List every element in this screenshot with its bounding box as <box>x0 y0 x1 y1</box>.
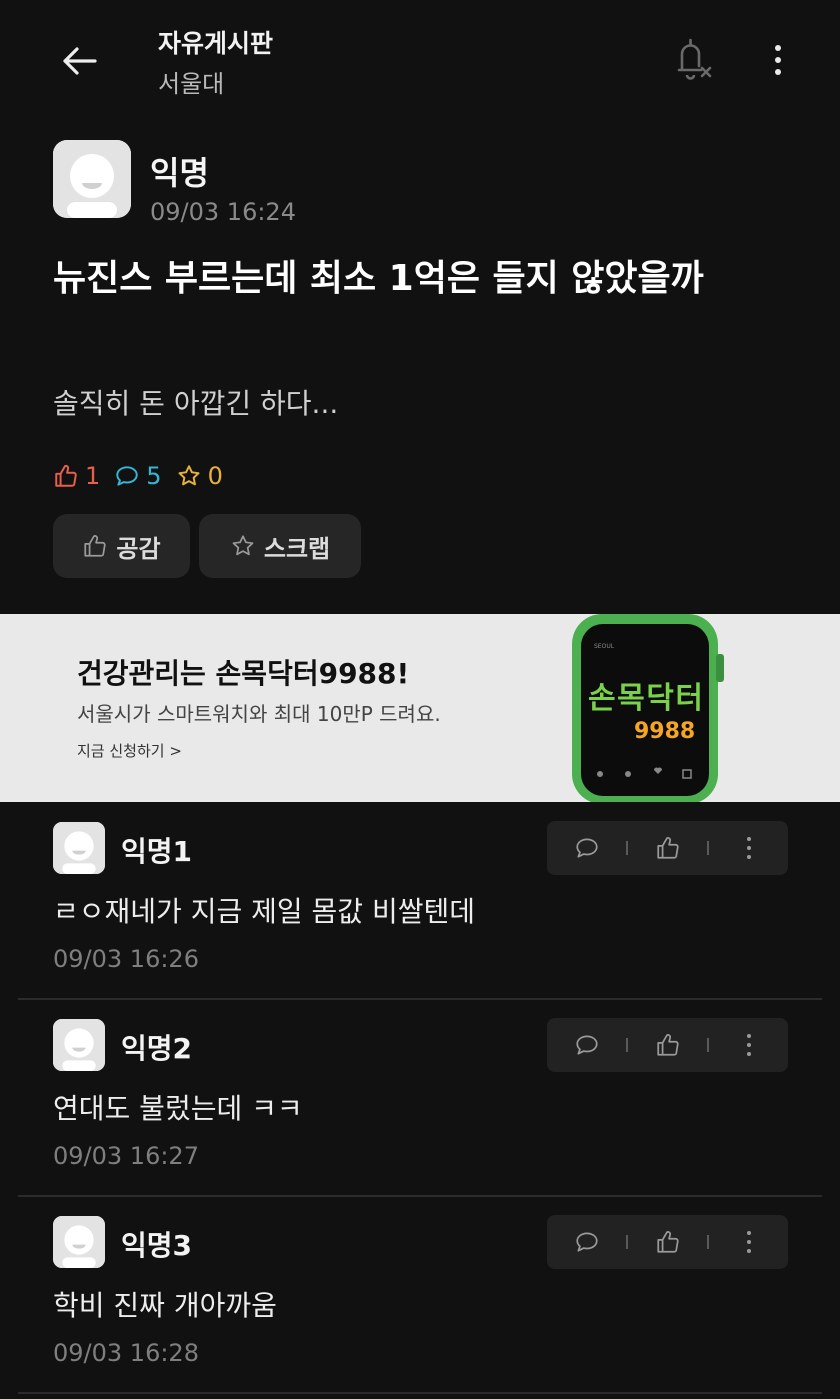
comment-icon <box>575 1232 598 1252</box>
thumbs-up-icon <box>656 1231 679 1253</box>
thumbs-up-icon <box>55 465 77 487</box>
post-body: 솔직히 돈 아깝긴 하다... <box>53 387 339 420</box>
comment-actions <box>547 1018 788 1072</box>
comment-icon <box>116 466 139 486</box>
reply-button[interactable] <box>547 821 626 875</box>
comment-time: 09/03 16:27 <box>53 1142 199 1170</box>
ad-description: 서울시가 스마트워치와 최대 10만P 드려요. <box>77 702 441 726</box>
comment-author: 익명2 <box>121 1032 193 1065</box>
school-name: 서울대 <box>158 70 225 98</box>
comment-actions <box>547 821 788 875</box>
back-button[interactable] <box>52 38 106 84</box>
scrap-button-label: 스크랩 <box>263 534 331 563</box>
comment-author: 익명1 <box>121 835 193 868</box>
reply-button[interactable] <box>547 1215 626 1269</box>
comment-item: 익명1 ㄹㅇ재네가 지금 제일 몸값 비쌀텐데 09/03 16:26 <box>0 803 840 1000</box>
author-avatar <box>53 140 131 218</box>
more-vertical-icon <box>746 837 751 859</box>
post-time: 09/03 16:24 <box>150 198 296 226</box>
more-options-button[interactable] <box>758 36 798 84</box>
comment-more-button[interactable] <box>709 1215 788 1269</box>
more-vertical-icon <box>746 1034 751 1056</box>
comment-count-value: 5 <box>146 462 162 490</box>
comment-icon <box>575 1035 598 1055</box>
post-stats: 1 5 0 <box>53 462 237 490</box>
like-button-label: 공감 <box>116 534 161 563</box>
default-avatar-icon <box>53 140 131 218</box>
comment-time: 09/03 16:28 <box>53 1339 199 1367</box>
default-avatar-icon <box>53 1216 105 1268</box>
comment-body: ㄹㅇ재네가 지금 제일 몸값 비쌀텐데 <box>53 895 476 928</box>
comment-actions <box>547 1215 788 1269</box>
board-title: 자유게시판 <box>158 29 274 58</box>
star-icon <box>178 465 200 486</box>
star-icon <box>232 535 254 556</box>
like-count-value: 1 <box>85 462 101 490</box>
comment-like-button[interactable] <box>628 1215 707 1269</box>
comment-author: 익명3 <box>121 1229 193 1262</box>
comment-body: 연대도 불렀는데 ㅋㅋ <box>53 1092 303 1125</box>
thumbs-up-icon <box>656 1034 679 1056</box>
svg-text:SEOUL: SEOUL <box>594 643 615 650</box>
ad-title: 건강관리는 손목닥터9988! <box>77 657 410 690</box>
ad-banner[interactable]: 건강관리는 손목닥터9988! 서울시가 스마트워치와 최대 10만P 드려요.… <box>0 614 840 802</box>
comment-item: 익명3 학비 진짜 개아까움 09/03 16:28 <box>0 1197 840 1394</box>
more-vertical-icon <box>775 45 781 75</box>
more-vertical-icon <box>746 1231 751 1253</box>
comment-avatar <box>53 822 105 874</box>
thumbs-up-icon <box>656 837 679 859</box>
scrap-count-value: 0 <box>207 462 223 490</box>
comment-item: 익명2 연대도 불렀는데 ㅋㅋ 09/03 16:27 <box>0 1000 840 1197</box>
comment-more-button[interactable] <box>709 1018 788 1072</box>
default-avatar-icon <box>53 822 105 874</box>
thumbs-up-icon <box>84 535 107 557</box>
comment-count: 5 <box>114 462 162 490</box>
comment-more-button[interactable] <box>709 821 788 875</box>
like-count: 1 <box>53 462 100 490</box>
comment-time: 09/03 16:26 <box>53 945 199 973</box>
comment-avatar <box>53 1216 105 1268</box>
comment-like-button[interactable] <box>628 1018 707 1072</box>
scrap-count: 0 <box>176 462 223 490</box>
post-author: 익명 <box>150 154 209 192</box>
bell-off-icon <box>677 38 712 80</box>
ad-apply-link[interactable]: 지금 신청하기 > <box>77 740 182 761</box>
comment-icon <box>575 838 598 858</box>
post-title: 뉴진스 부르는데 최소 1억은 들지 않았을까 <box>53 258 704 299</box>
notification-off-button[interactable] <box>668 34 718 86</box>
arrow-left-icon <box>63 47 97 75</box>
like-button[interactable]: 공감 <box>53 514 190 578</box>
reply-button[interactable] <box>547 1018 626 1072</box>
default-avatar-icon <box>53 1019 105 1071</box>
comment-avatar <box>53 1019 105 1071</box>
comment-like-button[interactable] <box>628 821 707 875</box>
comment-body: 학비 진짜 개아까움 <box>53 1289 277 1322</box>
divider <box>18 1392 822 1394</box>
scrap-button[interactable]: 스크랩 <box>199 514 361 578</box>
watch-brand-text: 손목닥터 <box>588 681 703 716</box>
watch-number-text: 9988 <box>634 719 695 744</box>
smartwatch-image: SEOUL 손목닥터 9988 <box>572 614 724 802</box>
